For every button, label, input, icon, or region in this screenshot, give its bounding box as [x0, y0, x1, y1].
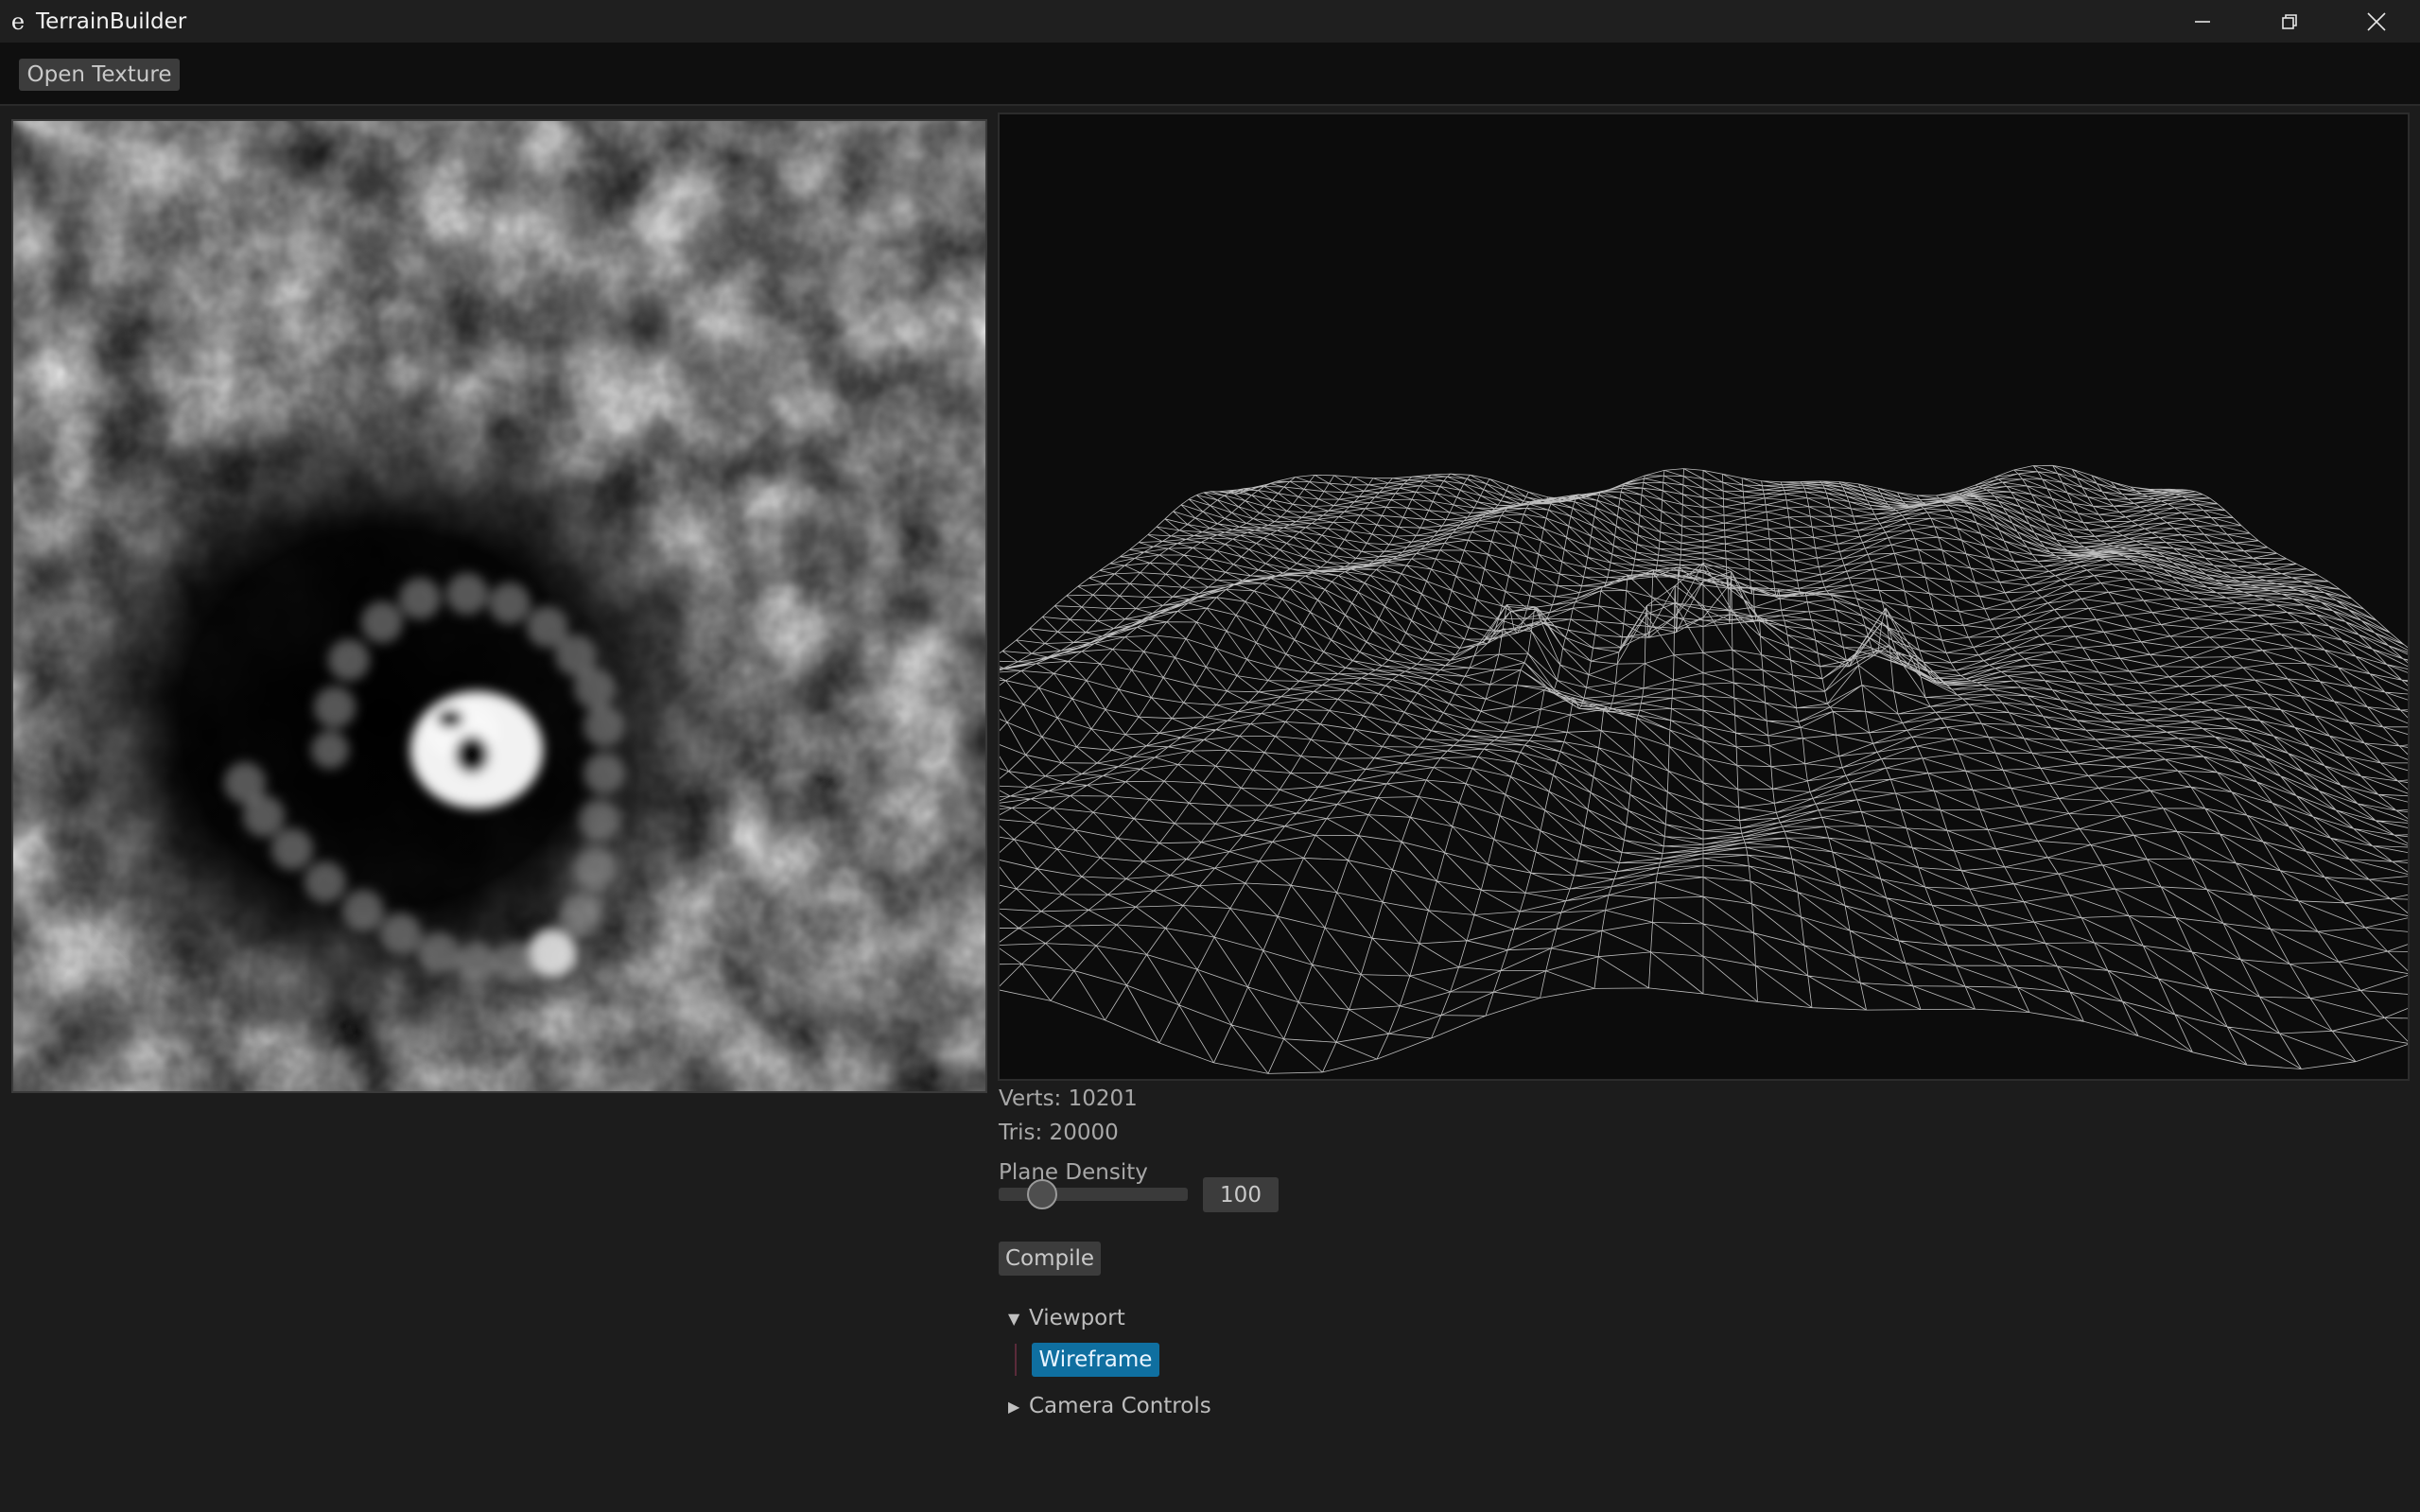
triangle-down-icon: ▼	[1008, 1309, 1020, 1328]
wireframe-mesh	[397, 464, 2420, 1074]
3d-viewport[interactable]	[397, 113, 2420, 1081]
plane-density-slider-handle[interactable]	[1027, 1179, 1057, 1209]
heightmap-image	[0, 121, 985, 1091]
heightmap-texture-preview	[0, 119, 987, 1093]
tree-node-viewport-label: Viewport	[1029, 1306, 1125, 1330]
toolbar: Open Texture	[0, 43, 2420, 106]
wireframe-terrain	[397, 464, 2420, 1074]
app-icon: e	[10, 8, 26, 35]
wireframe-toggle[interactable]: Wireframe	[1032, 1343, 1159, 1377]
tree-indent-line	[1015, 1344, 1017, 1376]
plane-density-label: Plane Density	[999, 1160, 1148, 1185]
tree-node-camera-controls[interactable]: ▶ Camera Controls	[1008, 1394, 1211, 1418]
restore-icon	[2282, 13, 2297, 29]
tree-node-viewport[interactable]: ▼ Viewport	[1008, 1306, 1125, 1330]
verts-count: Verts: 10201	[999, 1086, 1138, 1111]
compile-button[interactable]: Compile	[999, 1242, 1101, 1276]
minimize-button[interactable]	[2159, 0, 2246, 43]
open-texture-button[interactable]: Open Texture	[19, 59, 180, 91]
tris-count: Tris: 20000	[999, 1121, 1119, 1145]
minimize-icon	[2195, 20, 2210, 23]
plane-density-value[interactable]: 100	[1203, 1177, 1279, 1212]
triangle-right-icon: ▶	[1008, 1397, 1020, 1416]
window-controls	[2159, 0, 2420, 43]
window-title: TerrainBuilder	[36, 9, 187, 34]
close-button[interactable]	[2333, 0, 2420, 43]
tree-node-camera-controls-label: Camera Controls	[1029, 1394, 1211, 1418]
restore-button[interactable]	[2246, 0, 2333, 43]
title-bar: e TerrainBuilder	[0, 0, 2420, 43]
close-icon	[2367, 11, 2386, 31]
